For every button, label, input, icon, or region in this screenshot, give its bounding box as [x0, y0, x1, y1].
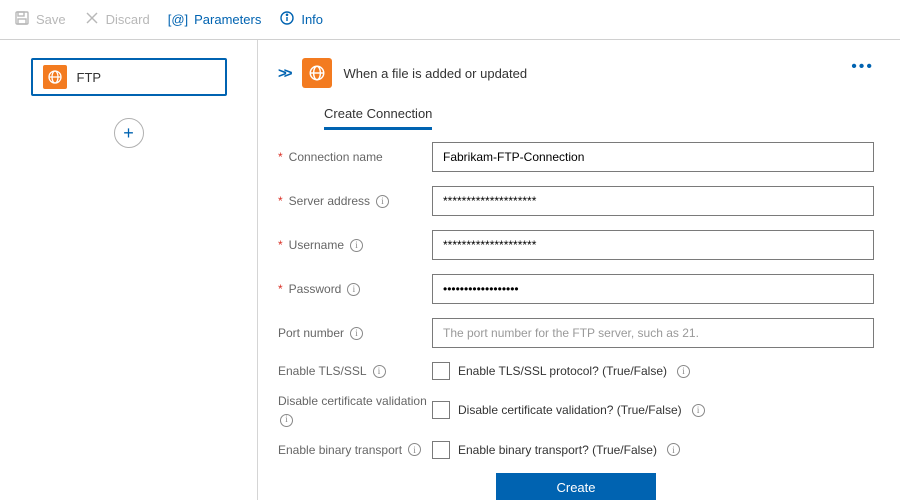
toolbar: Save Discard [@] Parameters Info	[0, 0, 900, 40]
cert-label: Disable certificate validation i	[278, 394, 432, 427]
tls-checkbox[interactable]	[432, 362, 450, 380]
ftp-icon	[43, 65, 67, 89]
designer-sidebar: FTP +	[0, 40, 258, 500]
info-icon[interactable]: i	[408, 443, 421, 456]
parameters-icon: [@]	[168, 12, 188, 27]
plus-icon: +	[123, 123, 134, 144]
connection-form: *Connection name *Server address i *User…	[278, 142, 874, 500]
cert-checkbox[interactable]	[432, 401, 450, 419]
info-icon[interactable]: i	[692, 404, 705, 417]
binary-checkbox-label: Enable binary transport? (True/False)	[458, 443, 657, 457]
connection-name-label: *Connection name	[278, 150, 432, 164]
info-icon[interactable]: i	[376, 195, 389, 208]
info-icon[interactable]: i	[667, 443, 680, 456]
workflow-node-ftp[interactable]: FTP	[31, 58, 227, 96]
info-button[interactable]: Info	[279, 10, 323, 29]
username-input[interactable]	[432, 230, 874, 260]
info-label: Info	[301, 12, 323, 27]
discard-label: Discard	[106, 12, 150, 27]
add-step-button[interactable]: +	[114, 118, 144, 148]
step-ftp-icon	[302, 58, 332, 88]
step-panel: ••• >> When a file is added or updated C…	[258, 40, 900, 500]
info-icon[interactable]: i	[350, 239, 363, 252]
info-icon	[279, 10, 295, 29]
collapse-button[interactable]: >>	[278, 65, 290, 82]
server-address-label: *Server address i	[278, 194, 432, 208]
password-input[interactable]	[432, 274, 874, 304]
tab-create-connection[interactable]: Create Connection	[324, 106, 432, 130]
info-icon[interactable]: i	[373, 365, 386, 378]
tab-row: Create Connection	[324, 106, 874, 130]
info-icon[interactable]: i	[677, 365, 690, 378]
parameters-button[interactable]: [@] Parameters	[168, 12, 262, 27]
save-icon	[14, 10, 30, 29]
close-icon	[84, 10, 100, 29]
step-title: When a file is added or updated	[344, 66, 528, 81]
discard-button[interactable]: Discard	[84, 10, 150, 29]
port-label: Port number i	[278, 326, 432, 340]
save-label: Save	[36, 12, 66, 27]
cert-checkbox-label: Disable certificate validation? (True/Fa…	[458, 403, 682, 417]
more-icon[interactable]: •••	[851, 58, 874, 76]
info-icon[interactable]: i	[280, 414, 293, 427]
save-button[interactable]: Save	[14, 10, 66, 29]
info-icon[interactable]: i	[350, 327, 363, 340]
password-label: *Password i	[278, 282, 432, 296]
workflow-node-label: FTP	[77, 70, 102, 85]
username-label: *Username i	[278, 238, 432, 252]
info-icon[interactable]: i	[347, 283, 360, 296]
connection-name-input[interactable]	[432, 142, 874, 172]
parameters-label: Parameters	[194, 12, 261, 27]
tls-checkbox-label: Enable TLS/SSL protocol? (True/False)	[458, 364, 667, 378]
binary-checkbox[interactable]	[432, 441, 450, 459]
tls-label: Enable TLS/SSL i	[278, 364, 432, 378]
create-button[interactable]: Create	[496, 473, 656, 500]
port-input[interactable]	[432, 318, 874, 348]
binary-label: Enable binary transport i	[278, 443, 432, 457]
server-address-input[interactable]	[432, 186, 874, 216]
